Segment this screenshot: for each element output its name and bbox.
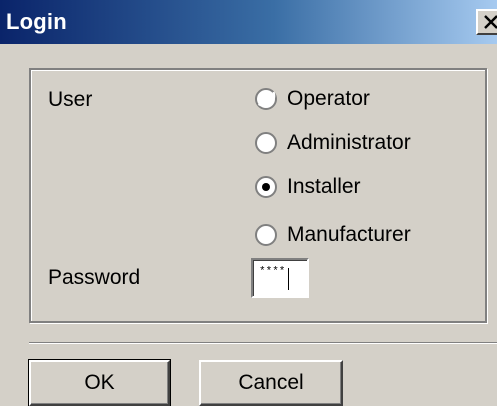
radio-icon [255,88,277,110]
separator [29,342,497,344]
radio-icon [255,224,277,246]
close-button[interactable] [476,9,497,35]
user-label: User [48,88,93,111]
radio-administrator-label: Administrator [287,131,411,154]
radio-icon [255,176,277,198]
password-label: Password [48,266,141,289]
window-title: Login [6,9,67,34]
radio-manufacturer[interactable]: Manufacturer [255,223,455,249]
password-field[interactable]: **** [251,258,309,298]
text-caret [288,268,289,290]
title-bar[interactable]: Login [0,0,497,44]
password-value: **** [259,266,286,278]
radio-installer[interactable]: Installer [255,175,455,201]
login-dialog: Login User Operator Administrator Instal… [0,0,497,406]
radio-selected-dot [262,183,270,191]
radio-installer-label: Installer [287,175,361,198]
radio-icon [255,132,277,154]
radio-operator[interactable]: Operator [255,87,455,113]
radio-manufacturer-label: Manufacturer [287,223,411,246]
radio-operator-label: Operator [287,87,370,110]
cancel-button[interactable]: Cancel [199,360,343,406]
ok-button[interactable]: OK [28,359,171,406]
radio-administrator[interactable]: Administrator [255,131,455,157]
close-icon [484,15,497,29]
